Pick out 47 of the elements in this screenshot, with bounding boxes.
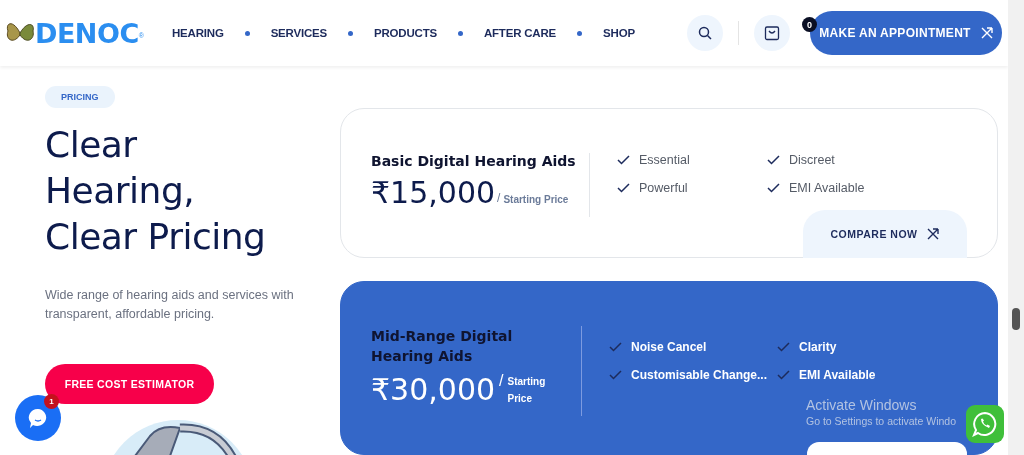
- chat-bubble-icon: [27, 407, 49, 429]
- feature-label: Discreet: [789, 153, 835, 167]
- feature-label: Noise Cancel: [631, 339, 707, 354]
- price-note: Starting Price: [507, 374, 547, 406]
- price-slash: /: [499, 371, 504, 390]
- check-icon: [777, 341, 790, 352]
- nav-link[interactable]: SHOP: [603, 27, 635, 39]
- activation-title: Activate Windows: [806, 397, 918, 413]
- feature-label: Clarity: [799, 339, 837, 354]
- activation-message: Go to Settings to activate Windo: [806, 415, 956, 427]
- feature-label: Essential: [639, 153, 690, 167]
- nav-link[interactable]: SERVICES: [270, 27, 327, 39]
- plan-price: ₹15,000: [371, 175, 496, 210]
- cart-button[interactable]: [754, 15, 790, 51]
- feature-label: Powerful: [639, 181, 688, 195]
- shopping-bag-icon: [764, 25, 780, 41]
- nav-link[interactable]: AFTER CARE: [483, 27, 557, 39]
- check-icon: [617, 155, 630, 165]
- check-icon: [617, 183, 630, 193]
- nav-link[interactable]: HEARING: [172, 27, 224, 39]
- feature-label: EMI Available: [789, 181, 865, 195]
- check-icon: [777, 369, 790, 380]
- check-icon: [767, 183, 780, 193]
- hero-description: Wide range of hearing aids and services with transparent, affordable pricing.: [45, 287, 295, 323]
- search-button[interactable]: [687, 15, 723, 51]
- phone-bubble-icon: [972, 411, 998, 437]
- price-note: Starting Price: [503, 194, 569, 205]
- check-icon: [767, 155, 780, 165]
- arrow-icon: [980, 27, 993, 39]
- scrollbar[interactable]: [1008, 0, 1024, 455]
- hero-heading: Clear Hearing, Clear Pricing: [45, 123, 267, 259]
- cart-count-badge: 0: [802, 17, 817, 32]
- price-slash: /: [497, 191, 501, 205]
- arrow-icon: [927, 227, 940, 240]
- feature-label: EMI Available: [799, 367, 876, 382]
- plan-price: ₹30,000: [371, 371, 496, 407]
- compare-button[interactable]: COMPARE NOW: [803, 209, 967, 258]
- pricing-tag: PRICING: [45, 86, 115, 108]
- feature-label: Customisable Change...: [631, 367, 768, 382]
- search-icon: [698, 26, 712, 40]
- check-icon: [609, 369, 622, 380]
- plan-name: Mid-Range Digital Hearing Aids: [371, 326, 514, 366]
- plan-name: Basic Digital Hearing Aids: [371, 153, 577, 169]
- whatsapp-button[interactable]: [966, 405, 1004, 443]
- chat-button[interactable]: [15, 395, 61, 441]
- check-icon: [609, 341, 622, 352]
- nav-link[interactable]: PRODUCTS: [374, 27, 437, 39]
